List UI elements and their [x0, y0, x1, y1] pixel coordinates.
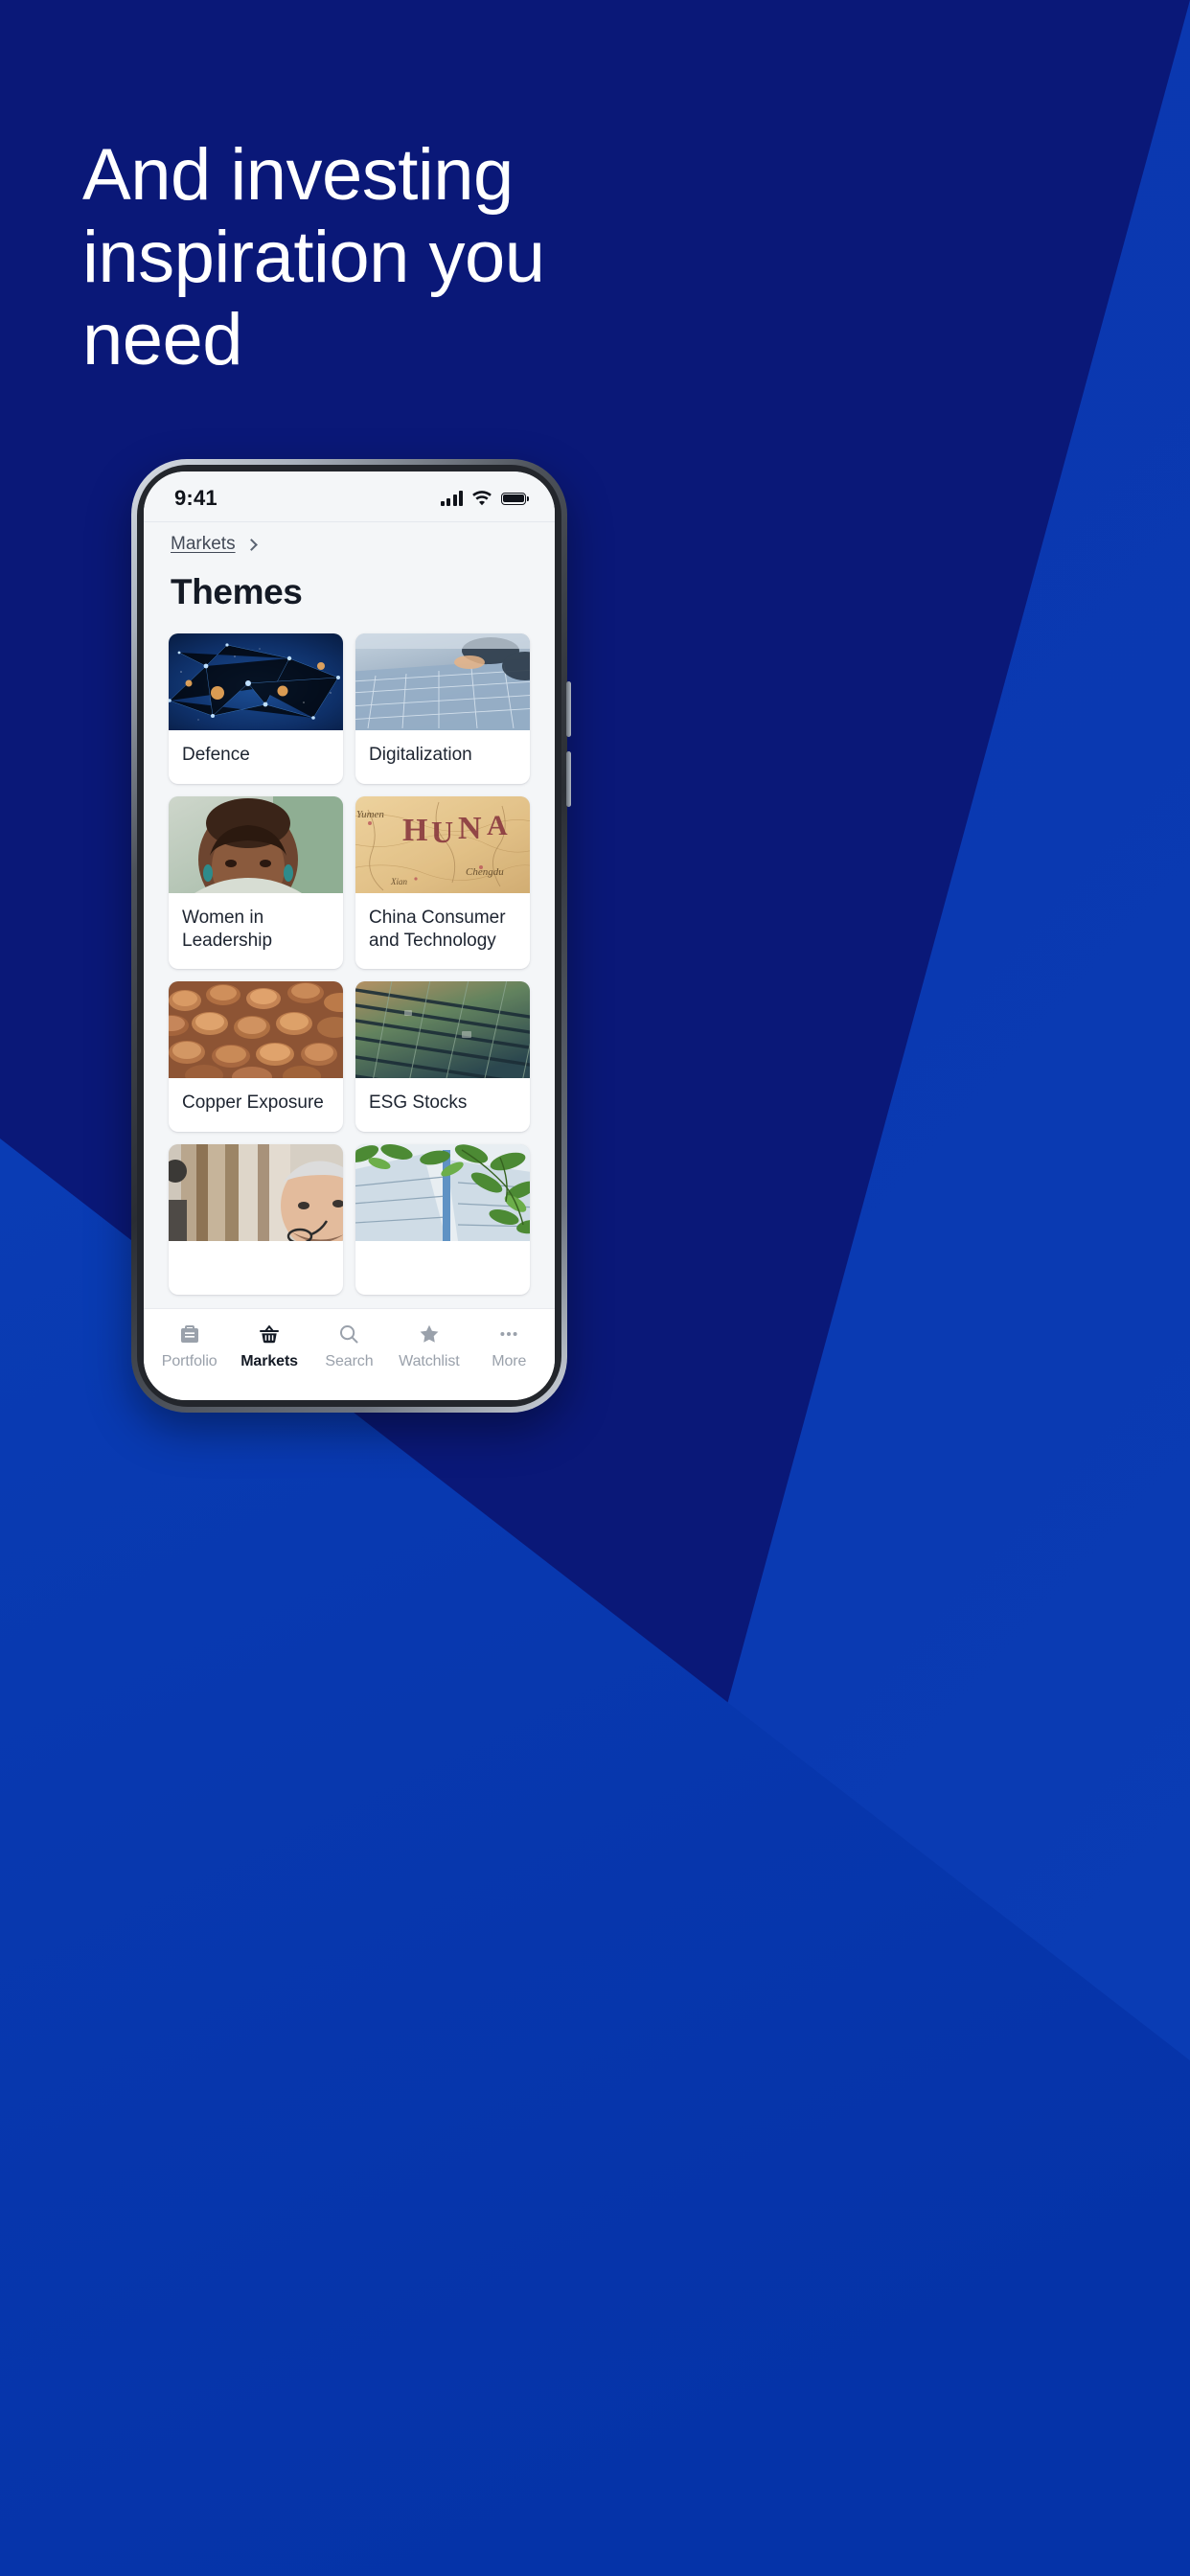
- app-header: Markets Themes: [144, 521, 555, 624]
- theme-card-image-laptop-keyboard-hands: [355, 633, 530, 730]
- theme-card-image-portrait-woman-smiling: [169, 796, 343, 893]
- phone-mockup: 9:41 Markets Themes Defence Digitalizati…: [131, 459, 571, 1413]
- status-time: 9:41: [174, 486, 217, 510]
- theme-card-image-copper-coins-pile: [169, 980, 343, 1078]
- theme-card-label: China Consumer and Technology: [369, 908, 506, 952]
- promo-headline: And investing inspiration you need: [82, 134, 545, 380]
- theme-card-image-network-globe-night: [169, 633, 343, 730]
- promo-screen: And investing inspiration you need 9:41: [0, 0, 1190, 2576]
- cellular-signal-icon: [440, 491, 463, 506]
- tab-more[interactable]: More: [471, 1322, 546, 1370]
- tab-label: Watchlist: [399, 1353, 460, 1369]
- bottom-tab-bar: Portfolio Markets Search Watchlist More: [144, 1308, 555, 1400]
- star-icon: [418, 1322, 441, 1346]
- briefcase-icon: [178, 1322, 201, 1346]
- battery-icon: [501, 492, 529, 505]
- theme-card[interactable]: Digitalization: [355, 633, 530, 784]
- theme-card-image-solar-panel-array: [355, 980, 530, 1078]
- basket-icon: [258, 1322, 281, 1346]
- theme-card[interactable]: H U N A Yumen Chengdu Xian China Consume…: [355, 796, 530, 969]
- themes-scroll-area[interactable]: Defence Digitalization Women in Leadersh…: [144, 624, 555, 1308]
- breadcrumb: Markets: [171, 530, 528, 559]
- wifi-icon: [472, 491, 492, 506]
- search-icon: [337, 1322, 360, 1346]
- theme-card-image-man-with-glasses-office: [169, 1143, 343, 1241]
- phone-side-button-volume-up: [566, 681, 571, 737]
- status-bar: 9:41: [144, 472, 555, 521]
- tab-markets[interactable]: Markets: [232, 1322, 307, 1370]
- tab-label: Search: [325, 1353, 374, 1369]
- theme-card[interactable]: Women in Leadership: [169, 796, 343, 969]
- page-title: Themes: [171, 572, 303, 611]
- status-icon-group: [440, 491, 529, 506]
- theme-card[interactable]: [355, 1143, 530, 1295]
- tab-portfolio[interactable]: Portfolio: [152, 1322, 227, 1370]
- theme-card-label: Defence: [182, 745, 250, 765]
- theme-card-image-green-leaves-building: [355, 1143, 530, 1241]
- tab-watchlist[interactable]: Watchlist: [392, 1322, 467, 1370]
- chevron-right-icon: [244, 538, 258, 551]
- theme-card-label: ESG Stocks: [369, 1092, 468, 1113]
- theme-card[interactable]: ESG Stocks: [355, 980, 530, 1132]
- tab-label: Markets: [240, 1353, 298, 1369]
- theme-card-label: [169, 1241, 343, 1295]
- theme-card[interactable]: Copper Exposure: [169, 980, 343, 1132]
- theme-card[interactable]: [169, 1143, 343, 1295]
- theme-card-label: Digitalization: [369, 745, 472, 765]
- tab-search[interactable]: Search: [311, 1322, 386, 1370]
- tab-label: More: [492, 1353, 527, 1369]
- theme-card-image-vintage-map-china: H U N A Yumen Chengdu Xian: [355, 796, 530, 893]
- theme-card-label: Copper Exposure: [182, 1092, 324, 1113]
- breadcrumb-item-markets[interactable]: Markets: [171, 534, 236, 555]
- ellipsis-icon: [497, 1322, 520, 1346]
- theme-card-label: [355, 1241, 530, 1295]
- theme-card[interactable]: Defence: [169, 633, 343, 784]
- phone-screen: 9:41 Markets Themes Defence Digitalizati…: [144, 472, 555, 1400]
- tab-label: Portfolio: [161, 1353, 217, 1369]
- themes-grid: Defence Digitalization Women in Leadersh…: [169, 633, 530, 1295]
- theme-card-label: Women in Leadership: [182, 908, 273, 952]
- phone-side-button-volume-down: [566, 751, 571, 807]
